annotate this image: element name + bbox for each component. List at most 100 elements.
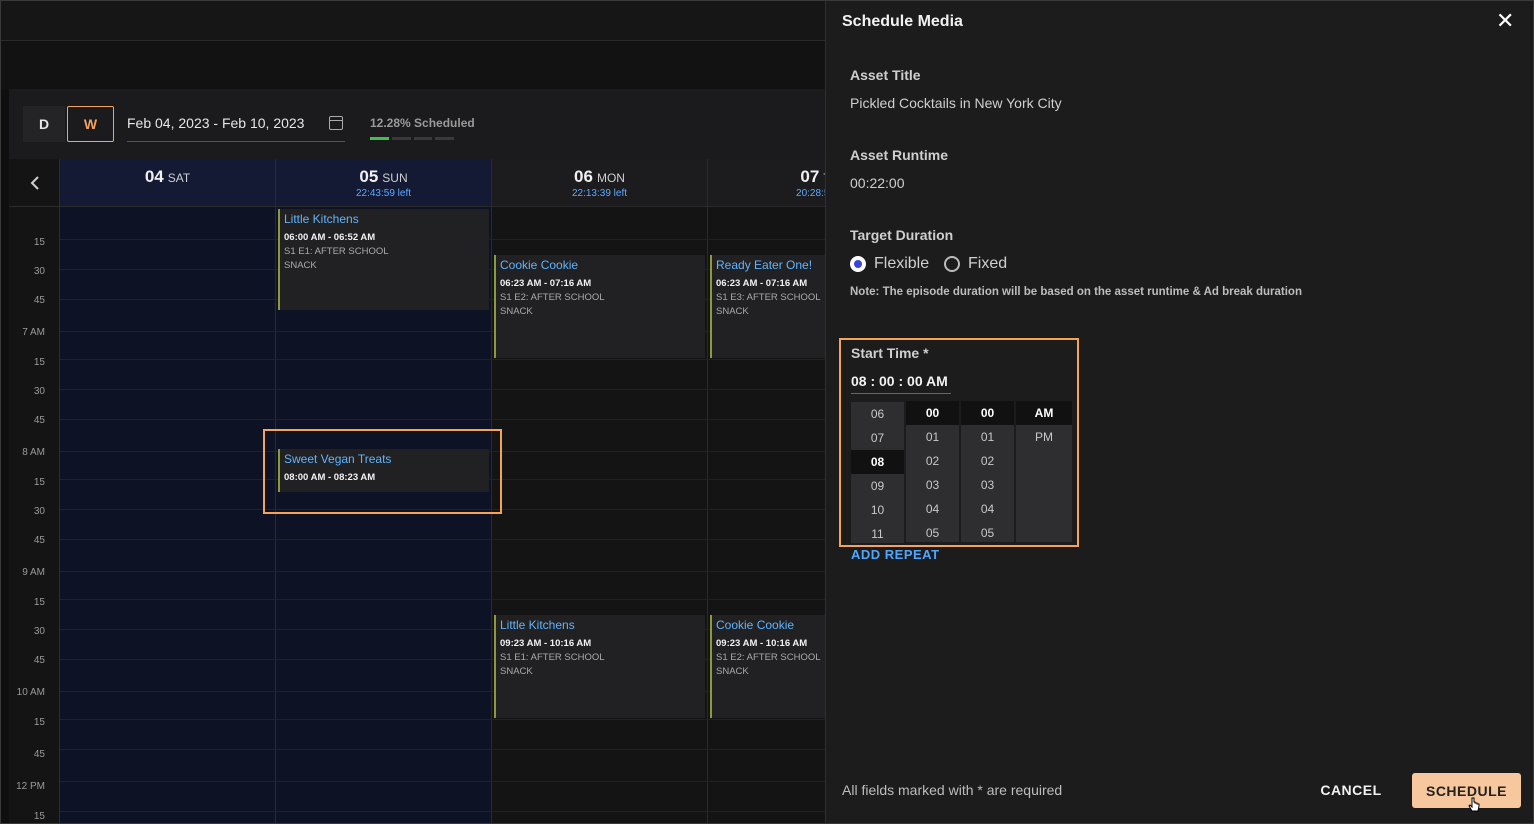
target-duration-label: Target Duration bbox=[850, 227, 954, 243]
radio-unchecked-icon bbox=[944, 256, 960, 272]
time-label: 15 bbox=[33, 477, 45, 488]
time-label: 12 PM bbox=[16, 781, 45, 792]
minute-option[interactable]: 03 bbox=[906, 473, 959, 497]
hour-column[interactable]: 06 07 08 09 10 11 bbox=[851, 402, 904, 543]
schedule-button[interactable]: SCHEDULE bbox=[1412, 773, 1521, 808]
second-column[interactable]: 00 01 02 03 04 05 bbox=[961, 401, 1014, 542]
second-option[interactable]: 04 bbox=[961, 497, 1014, 521]
event-episode-cont: SNACK bbox=[284, 260, 317, 271]
day-name: MON bbox=[596, 171, 625, 185]
time-left: 22:13:39 left bbox=[571, 188, 628, 199]
day-name: SAT bbox=[167, 171, 191, 185]
schedule-event[interactable]: Cookie Cookie 06:23 AM - 07:16 AM S1 E2:… bbox=[494, 255, 705, 358]
hour-option[interactable]: 10 bbox=[851, 498, 904, 522]
scheduled-percentage: 12.28% Scheduled bbox=[370, 116, 475, 130]
pm-option[interactable]: PM bbox=[1016, 425, 1072, 449]
event-episode-cont: SNACK bbox=[500, 306, 533, 317]
time-label: 30 bbox=[33, 266, 45, 277]
event-episode: S1 E1: AFTER SCHOOL bbox=[284, 246, 389, 257]
hour-option[interactable]: 09 bbox=[851, 474, 904, 498]
second-option[interactable]: 03 bbox=[961, 473, 1014, 497]
am-option-selected[interactable]: AM bbox=[1016, 401, 1072, 425]
calendar-toolbar: D W Feb 04, 2023 - Feb 10, 2023 12.28% S… bbox=[9, 89, 909, 159]
minute-option[interactable]: 02 bbox=[906, 449, 959, 473]
asset-title-value: Pickled Cocktails in New York City bbox=[850, 95, 1062, 111]
asset-runtime-value: 00:22:00 bbox=[850, 175, 905, 191]
schedule-media-panel: Schedule Media ✕ Asset Title Pickled Coc… bbox=[825, 1, 1533, 823]
time-label: 45 bbox=[33, 415, 45, 426]
hour-option[interactable]: 06 bbox=[851, 402, 904, 426]
event-episode-cont: SNACK bbox=[716, 666, 749, 677]
start-time-input[interactable]: 08 : 00 : 00 AM bbox=[851, 373, 951, 394]
hour-option[interactable]: 07 bbox=[851, 426, 904, 450]
hour-option-selected[interactable]: 08 bbox=[851, 450, 904, 474]
add-repeat-link[interactable]: ADD REPEAT bbox=[851, 547, 940, 562]
chevron-left-icon bbox=[30, 175, 39, 190]
day-header: 06 MON 22:13:39 left bbox=[492, 159, 707, 207]
day-view-button[interactable]: D bbox=[23, 106, 65, 142]
time-label: 45 bbox=[33, 535, 45, 546]
time-label: 30 bbox=[33, 386, 45, 397]
fixed-label: Fixed bbox=[968, 255, 1008, 272]
ampm-column[interactable]: AM PM bbox=[1016, 401, 1072, 542]
day-name: SUN bbox=[382, 171, 408, 185]
scheduled-progress-bar bbox=[370, 137, 454, 140]
start-time-picker: Start Time * 08 : 00 : 00 AM 06 07 08 09… bbox=[839, 338, 1079, 547]
time-label: 45 bbox=[33, 749, 45, 760]
event-title: Cookie Cookie bbox=[500, 258, 579, 272]
second-option-selected[interactable]: 00 bbox=[961, 401, 1014, 425]
minute-option[interactable]: 01 bbox=[906, 425, 959, 449]
date-range-picker[interactable]: Feb 04, 2023 - Feb 10, 2023 bbox=[127, 106, 345, 142]
day-number: 07 bbox=[800, 167, 820, 186]
panel-title: Schedule Media bbox=[842, 13, 963, 30]
flexible-label: Flexible bbox=[874, 255, 930, 272]
second-option[interactable]: 02 bbox=[961, 449, 1014, 473]
event-title: Little Kitchens bbox=[284, 212, 359, 226]
time-label: 7 AM bbox=[22, 327, 45, 338]
schedule-event[interactable]: Little Kitchens 06:00 AM - 06:52 AM S1 E… bbox=[278, 209, 489, 310]
calendar-icon[interactable] bbox=[329, 116, 343, 130]
event-title: Little Kitchens bbox=[500, 618, 575, 632]
time-label: 15 bbox=[33, 357, 45, 368]
fixed-radio[interactable]: Fixed bbox=[944, 255, 1007, 273]
date-range-text: Feb 04, 2023 - Feb 10, 2023 bbox=[127, 115, 305, 131]
day-header: 05 SUN 22:43:59 left bbox=[276, 159, 491, 207]
cancel-button[interactable]: CANCEL bbox=[1306, 773, 1396, 807]
required-fields-note: All fields marked with * are required bbox=[842, 782, 1063, 798]
asset-runtime-label: Asset Runtime bbox=[850, 147, 949, 163]
time-label: 9 AM bbox=[22, 567, 45, 578]
time-label: 10 AM bbox=[16, 687, 45, 698]
event-episode-cont: SNACK bbox=[716, 306, 749, 317]
time-left: 22:43:59 left bbox=[355, 188, 412, 199]
asset-title-label: Asset Title bbox=[850, 67, 921, 83]
second-option[interactable]: 01 bbox=[961, 425, 1014, 449]
event-episode: S1 E2: AFTER SCHOOL bbox=[716, 652, 821, 663]
time-label: 15 bbox=[33, 811, 45, 822]
day-number: 05 bbox=[359, 167, 379, 186]
time-label: 8 AM bbox=[22, 447, 45, 458]
time-label: 15 bbox=[33, 237, 45, 248]
minute-column[interactable]: 00 01 02 03 04 05 bbox=[906, 401, 959, 542]
duration-note: Note: The episode duration will be based… bbox=[850, 286, 1302, 298]
week-view-button[interactable]: W bbox=[67, 106, 114, 142]
minute-option[interactable]: 05 bbox=[906, 521, 959, 542]
previous-week-button[interactable] bbox=[9, 159, 60, 207]
day-number: 04 bbox=[144, 167, 164, 186]
time-column: 15 30 45 7 AM 15 30 45 8 AM 15 30 45 9 A… bbox=[9, 159, 60, 823]
event-time: 06:23 AM - 07:16 AM bbox=[500, 278, 592, 289]
second-option[interactable]: 05 bbox=[961, 521, 1014, 542]
flexible-radio[interactable]: Flexible bbox=[850, 255, 929, 273]
event-episode-cont: SNACK bbox=[500, 666, 533, 677]
time-label: 15 bbox=[33, 597, 45, 608]
event-time: 09:23 AM - 10:16 AM bbox=[500, 638, 592, 649]
hour-option[interactable]: 11 bbox=[851, 522, 904, 543]
radio-checked-icon bbox=[850, 256, 866, 272]
day-column-sat[interactable]: 04 SAT bbox=[60, 159, 276, 823]
minute-option[interactable]: 04 bbox=[906, 497, 959, 521]
event-time: 06:00 AM - 06:52 AM bbox=[284, 232, 376, 243]
time-label: 30 bbox=[33, 506, 45, 517]
schedule-event[interactable]: Little Kitchens 09:23 AM - 10:16 AM S1 E… bbox=[494, 615, 705, 718]
close-icon[interactable]: ✕ bbox=[1496, 9, 1514, 33]
minute-option-selected[interactable]: 00 bbox=[906, 401, 959, 425]
time-label: 15 bbox=[33, 717, 45, 728]
